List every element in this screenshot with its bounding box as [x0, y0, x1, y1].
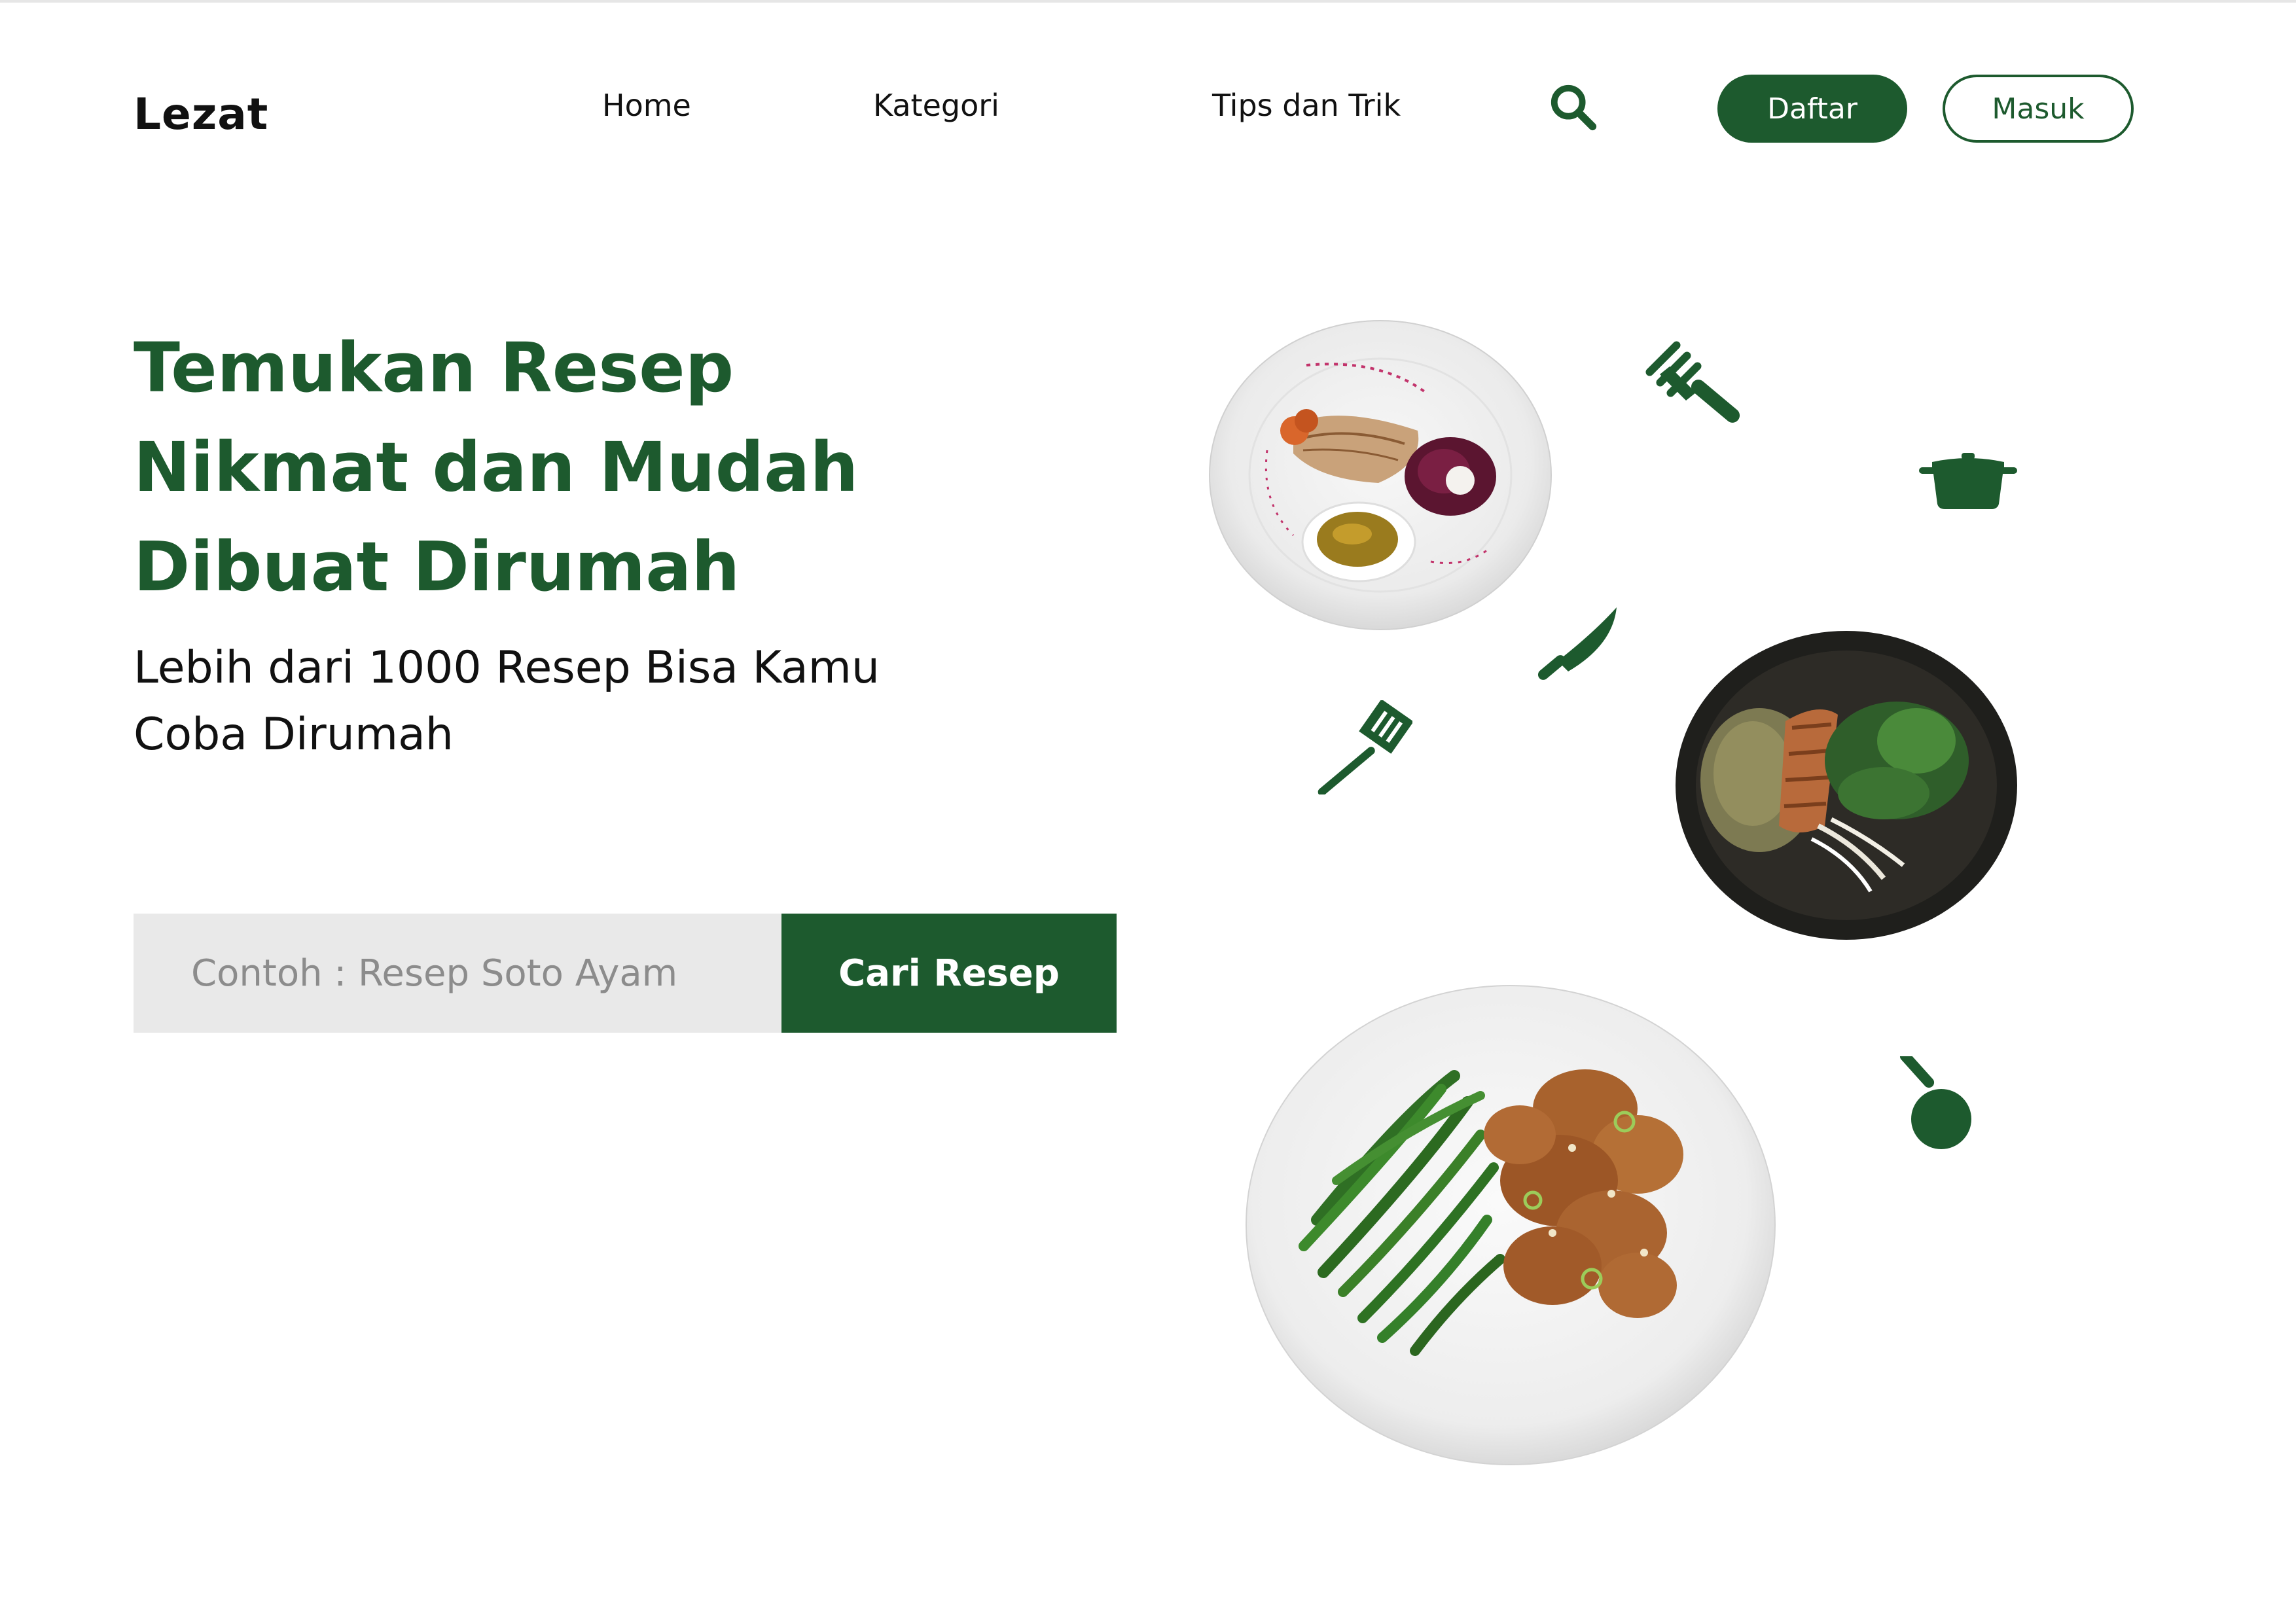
plated-fish-dish-image [1209, 320, 1552, 630]
frying-pan-icon [1899, 1056, 1971, 1149]
spatula-icon [1318, 700, 1412, 794]
cooking-pot-icon [1919, 453, 2017, 509]
hero-subtitle-line-1: Lebih dari 1000 Resep Bisa Kamu [134, 642, 880, 694]
fork-icon [1645, 341, 1740, 423]
green-beans-chicken-plate-image [1246, 985, 1776, 1465]
login-button[interactable]: Masuk [1943, 75, 2134, 143]
search-icon [1551, 84, 1597, 131]
logo[interactable]: Lezat [134, 89, 268, 139]
top-border [0, 0, 2296, 3]
recipe-search-input[interactable] [134, 914, 781, 1033]
chicken-salad-bowl-image [1676, 631, 2017, 940]
register-button[interactable]: Daftar [1717, 75, 1907, 143]
nav-tips-dan-trik[interactable]: Tips dan Trik [1212, 88, 1401, 123]
header-search-button[interactable] [1546, 80, 1601, 135]
search-recipe-button[interactable]: Cari Resep [781, 914, 1117, 1033]
hero-subtitle: Lebih dari 1000 Resep Bisa Kamu Coba Dir… [134, 635, 1050, 768]
knife-icon [1537, 607, 1617, 680]
hero-title-line-2: Nikmat dan Mudah [134, 427, 859, 507]
nav-kategori[interactable]: Kategori [873, 88, 999, 123]
hero-title-line-1: Temukan Resep [134, 328, 734, 408]
hero-title: Temukan Resep Nikmat dan Mudah Dibuat Di… [134, 318, 984, 616]
nav-home[interactable]: Home [602, 88, 691, 123]
hero-subtitle-line-2: Coba Dirumah [134, 709, 454, 760]
hero-title-line-3: Dibuat Dirumah [134, 527, 740, 607]
